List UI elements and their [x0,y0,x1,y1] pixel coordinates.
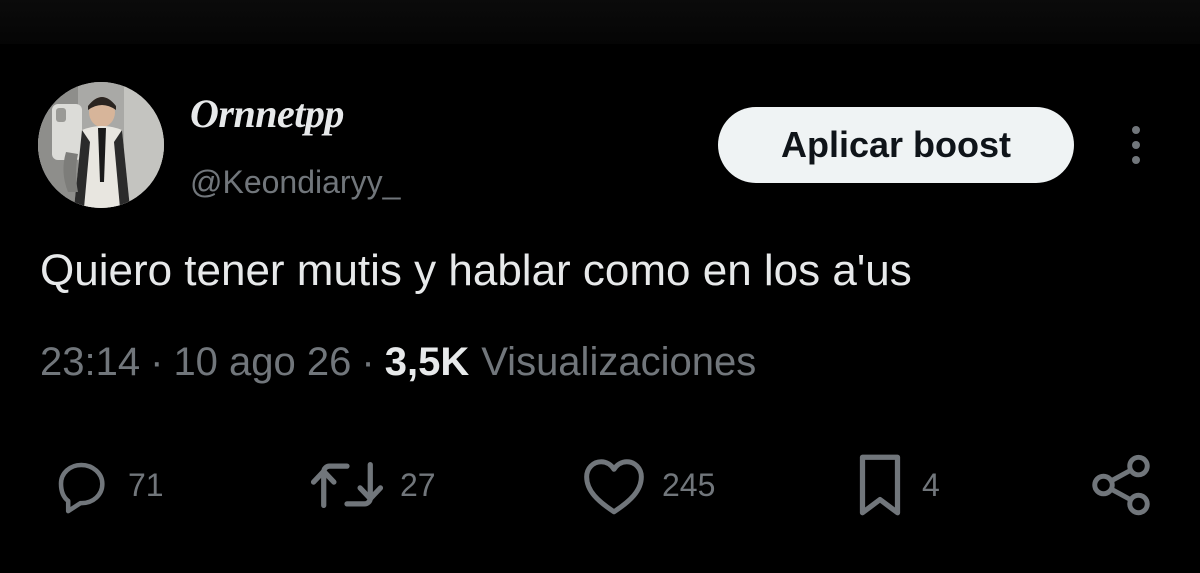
reply-icon [58,462,105,514]
tweet-time[interactable]: 23:14 [40,340,140,385]
share-icon [1092,454,1150,516]
bookmark-count: 4 [922,466,940,503]
author-display-name[interactable]: Ornnetpp [190,90,344,137]
more-vertical-icon [1132,126,1140,164]
top-strip [0,0,1200,44]
reply-count: 71 [128,466,164,503]
meta-separator: · [150,340,164,384]
views-count[interactable]: 3,5K [385,340,470,385]
like-button[interactable]: 245 [578,450,715,520]
share-button[interactable] [1086,450,1156,520]
apply-boost-button[interactable]: Aplicar boost [718,107,1074,183]
tweet-actions-bar: 71 27 245 4 [0,450,1200,520]
retweet-button[interactable]: 27 [306,450,436,520]
bookmark-button[interactable]: 4 [850,450,940,520]
heart-icon [584,459,644,515]
tweet-date[interactable]: 10 ago 26 [173,340,351,385]
avatar[interactable] [38,82,164,208]
views-label[interactable]: Visualizaciones [481,340,756,385]
meta-separator: · [361,340,375,384]
tweet-text: Quiero tener mutis y hablar como en los … [40,246,912,295]
retweet-icon [310,462,384,508]
more-options-button[interactable] [1118,122,1154,168]
reply-button[interactable]: 71 [46,450,164,520]
avatar-image [38,82,164,208]
tweet-meta: 23:14 · 10 ago 26 · 3,5K Visualizaciones [40,340,756,385]
like-count: 245 [662,466,716,503]
retweet-count: 27 [400,466,436,503]
author-handle[interactable]: @Keondiaryy_ [190,164,400,201]
bookmark-icon [859,454,901,516]
